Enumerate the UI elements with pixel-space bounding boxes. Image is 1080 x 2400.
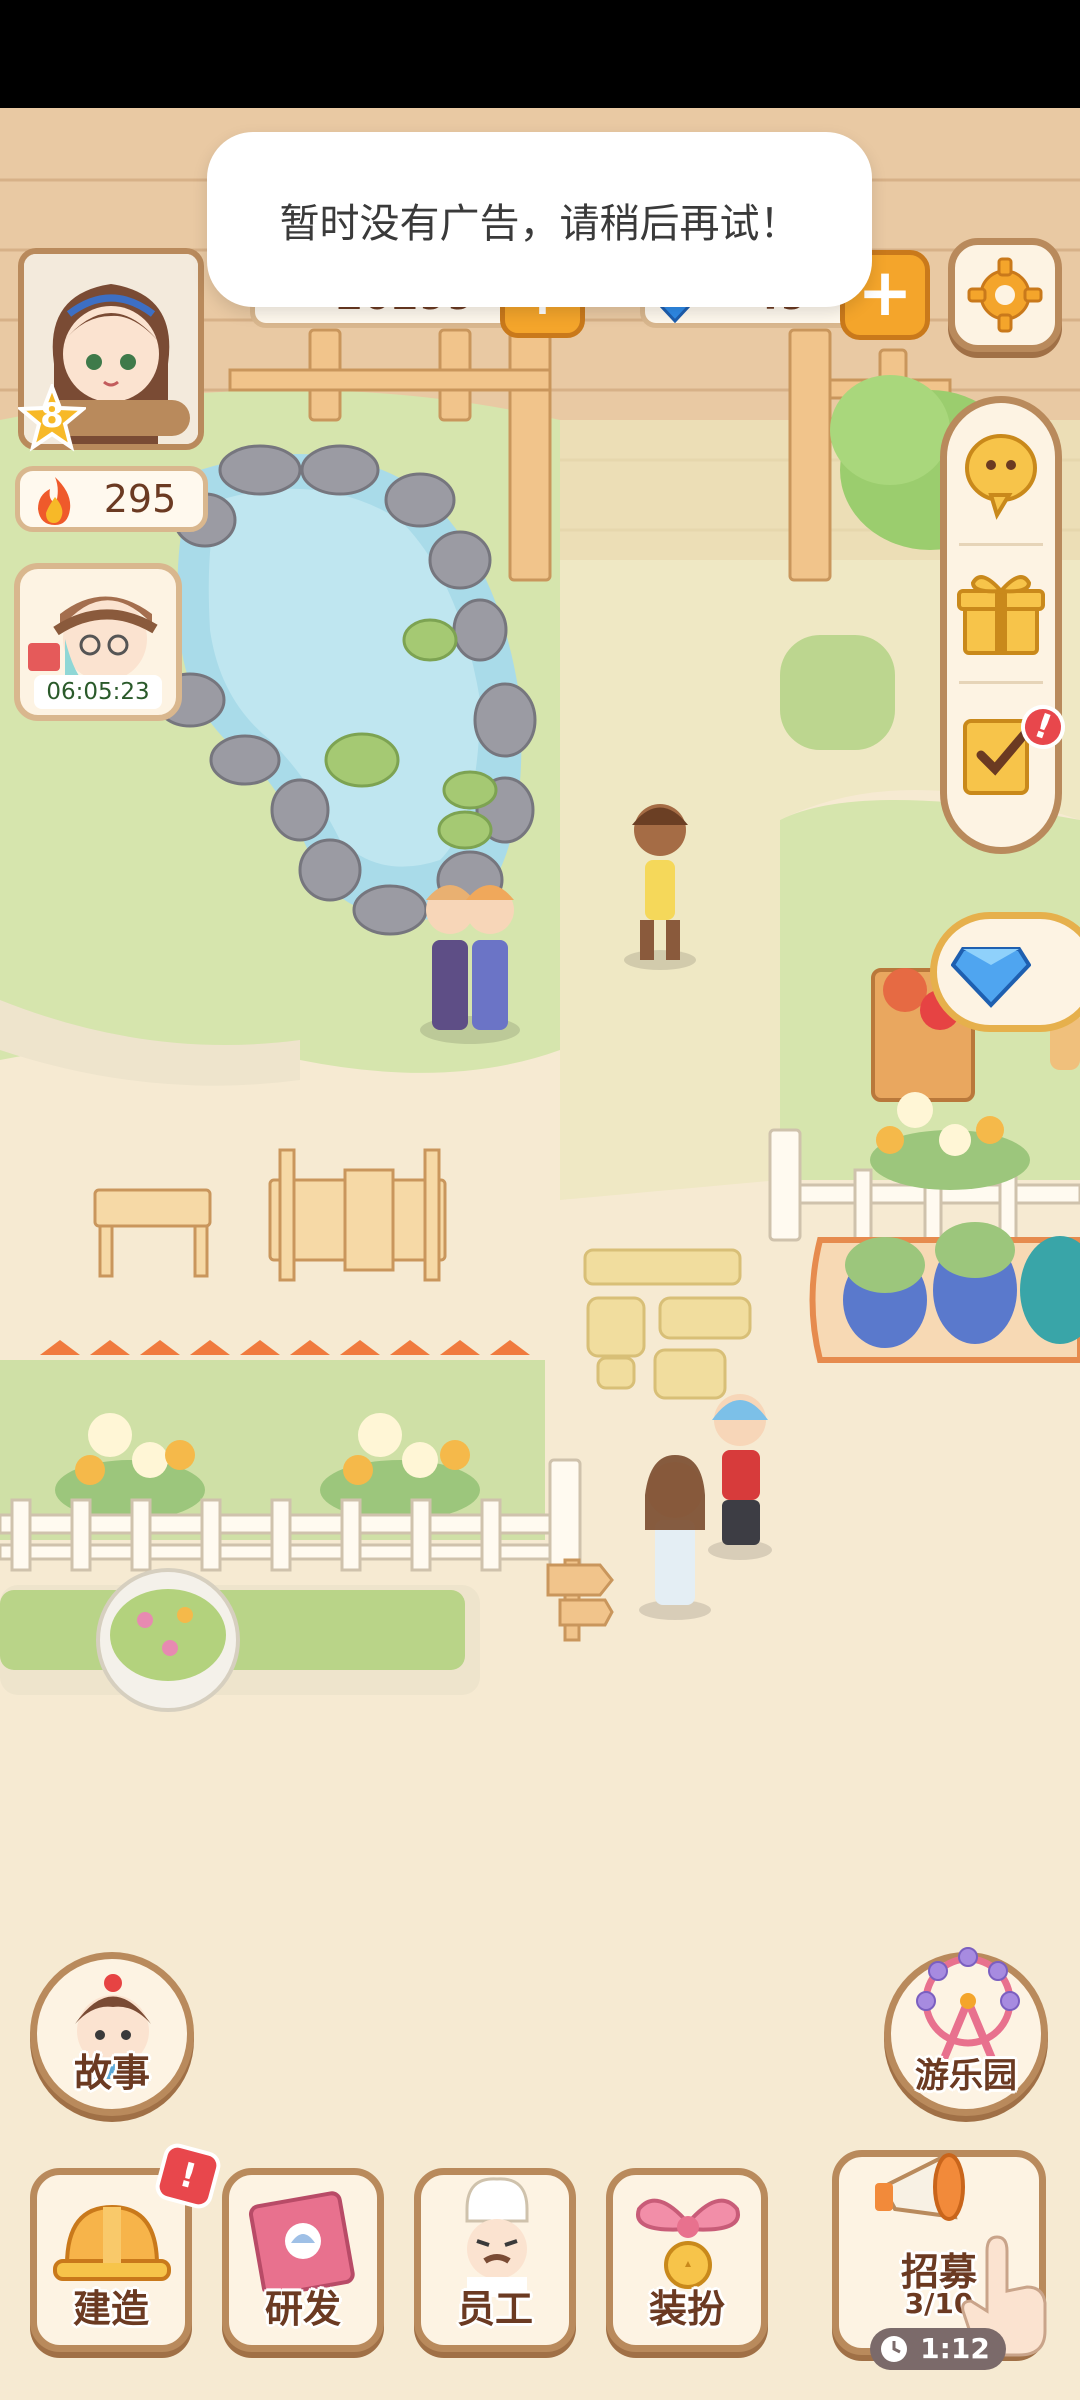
toast-text: 暂时没有广告，请稍后再试！ bbox=[279, 200, 800, 247]
story-label: 故事 bbox=[73, 2051, 150, 2095]
amusement-park-label: 游乐园 bbox=[915, 2056, 1017, 2096]
story-button[interactable]: 故事 bbox=[30, 1952, 194, 2116]
gem-offer-button[interactable] bbox=[930, 912, 1080, 1032]
settings-button[interactable] bbox=[948, 238, 1062, 352]
chat-bubble-icon bbox=[965, 434, 1037, 520]
research-button[interactable]: 研发 bbox=[222, 2168, 384, 2352]
side-menu: ! bbox=[940, 396, 1072, 854]
research-label: 研发 bbox=[264, 2287, 341, 2331]
toast-message: 暂时没有广告，请稍后再试！ bbox=[207, 132, 872, 307]
gem-icon bbox=[951, 947, 1031, 1008]
event-button[interactable]: 06:05:23 bbox=[14, 563, 182, 721]
energy-counter[interactable]: 295 bbox=[15, 466, 208, 532]
clock-icon bbox=[881, 2336, 907, 2362]
gear-icon bbox=[967, 257, 1043, 333]
recruit-button[interactable]: 招募 3/10 bbox=[832, 2150, 1047, 2357]
event-timer: 06:05:23 bbox=[34, 675, 162, 709]
side-menu-gift-button[interactable] bbox=[951, 563, 1051, 663]
side-menu-chat-button[interactable] bbox=[951, 423, 1051, 523]
amusement-park-button[interactable]: 游乐园 bbox=[884, 1947, 1048, 2116]
dress-up-label: 装扮 bbox=[648, 2287, 725, 2331]
staff-button[interactable]: 员工 bbox=[414, 2168, 576, 2352]
level-star-icon: 8 bbox=[15, 381, 89, 452]
flame-icon bbox=[38, 477, 71, 525]
recruit-timer: 1:12 bbox=[870, 2328, 1006, 2370]
dress-up-button[interactable]: 装扮 bbox=[606, 2168, 768, 2352]
gift-box-icon bbox=[957, 575, 1045, 655]
build-button[interactable]: 建造 ! bbox=[30, 2140, 224, 2352]
recruit-timer-value: 1:12 bbox=[920, 2332, 990, 2365]
staff-label: 员工 bbox=[456, 2287, 533, 2331]
energy-value: 295 bbox=[103, 477, 177, 521]
build-label: 建造 bbox=[72, 2287, 149, 2331]
status-bar bbox=[0, 0, 1080, 108]
player-level: 8 bbox=[40, 396, 64, 436]
